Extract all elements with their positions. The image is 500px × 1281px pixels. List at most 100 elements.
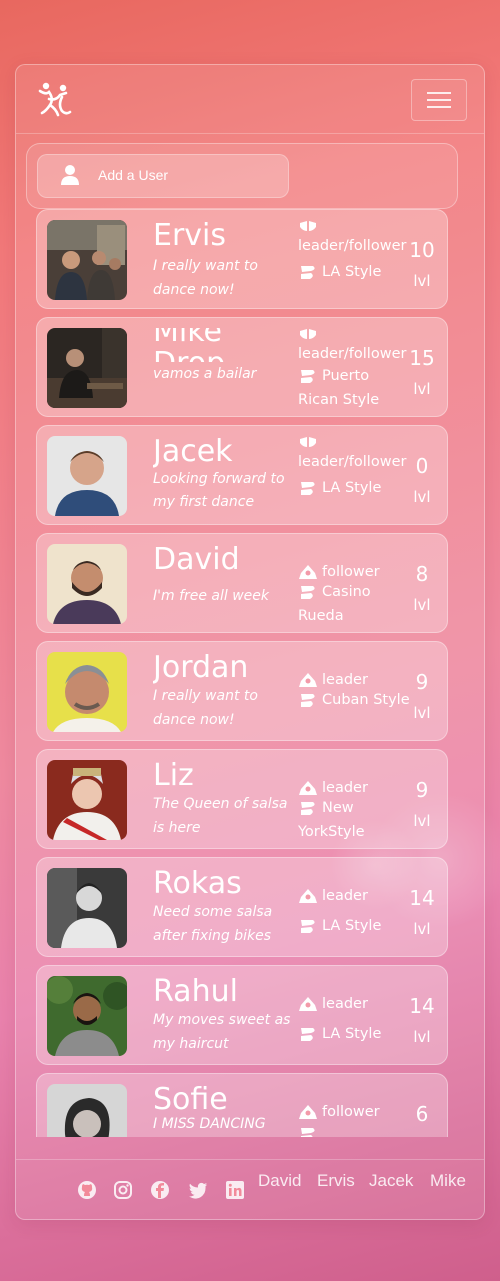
user-level: 14 lvl [407,994,437,1048]
user-quote: vamos a bailar [153,366,257,382]
role-row: leader [298,994,410,1014]
user-quote: My moves sweet as my haircut [153,1012,291,1052]
user-style: LA Style [322,480,382,496]
user-info: Rahul My moves sweet as my haircut [153,976,293,1056]
facebook-icon[interactable] [150,1180,170,1200]
user-meta: leader/follower LA Style [298,216,410,306]
style-row: LA Style [298,262,410,282]
user-card[interactable]: Sofie I MISS DANCING follower 6 lvl [36,1073,448,1137]
user-info: Jacek Looking forward to my first dance [153,436,293,516]
user-card[interactable]: Rahul My moves sweet as my haircut leade… [36,965,448,1065]
user-card[interactable]: Mike Drop vamos a bailar leader/follower… [36,317,448,417]
user-name: Liz [153,760,194,793]
footer-link-jacek[interactable]: Jacek [369,1171,413,1191]
level-value: 8 [415,562,429,586]
role-row: follower [298,1102,410,1122]
user-card[interactable]: Jacek Looking forward to my first dance … [36,425,448,525]
dance-style-icon [301,802,315,815]
user-card[interactable]: Rokas Need some salsa after fixing bikes… [36,857,448,957]
level-unit: lvl [413,812,431,830]
add-user-label: Add a User [98,167,169,183]
dance-style-icon [301,370,315,383]
linkedin-icon[interactable] [225,1180,245,1200]
level-unit: lvl [413,920,431,938]
leader-follower-icon [300,221,316,231]
user-name: Jordan [153,652,249,685]
user-card[interactable]: David I'm free all week follower Casino … [36,533,448,633]
role-row: leader [298,778,410,798]
user-card[interactable]: Jordan I really want to dance now! leade… [36,641,448,741]
user-style: LA Style [322,918,382,934]
user-quote: I really want to dance now! [153,258,258,298]
avatar [47,652,127,732]
style-row: LA Style [298,916,410,936]
user-role: leader [322,996,368,1012]
style-row: Cuban Style [298,688,410,712]
avatar [47,436,127,516]
user-name: Jacek [153,436,233,469]
add-user-button[interactable]: Add a User [37,154,289,198]
level-unit: lvl [413,1028,431,1046]
footer-link-david[interactable]: David [258,1171,301,1191]
user-role: follower [322,1104,380,1120]
user-info: Mike Drop vamos a bailar [153,328,293,408]
user-quote: I'm free all week [153,588,270,604]
follower-icon [299,565,317,579]
user-level: 8 lvl [407,562,437,616]
style-row: New YorkStyle [298,796,410,844]
user-name: Rahul [153,976,238,1009]
footer-link-ervis[interactable]: Ervis [317,1171,355,1191]
role-row: leader [298,670,410,690]
follower-icon [299,1105,317,1119]
user-level: 6 lvl [407,1102,437,1137]
leader-icon [299,889,317,903]
user-info: David I'm free all week [153,544,293,624]
avatar [47,1084,127,1137]
level-value: 10 [409,238,435,262]
user-meta: leader/follower Puerto Rican Style [298,324,410,414]
user-meta: leader New YorkStyle [298,756,410,846]
user-name: Rokas [153,868,242,901]
level-unit: lvl [413,704,431,722]
avatar [47,328,127,408]
style-row: LA Style [298,478,410,498]
user-meta: follower [298,1080,410,1137]
user-card[interactable]: Liz The Queen of salsa is here leader Ne… [36,749,448,849]
avatar [47,868,127,948]
dance-style-icon [301,1028,315,1041]
user-role: leader/follower [298,346,407,362]
add-user-panel: Add a User [26,143,458,209]
level-value: 0 [415,454,429,478]
user-style: LA Style [322,264,382,280]
avatar [47,976,127,1056]
avatar [47,220,127,300]
level-value: 14 [409,886,435,910]
role-row [298,324,410,344]
style-row [298,1124,410,1137]
dance-style-icon [301,482,315,495]
footer-link-mike[interactable]: Mike [430,1171,466,1191]
dance-style-icon [301,920,315,933]
footer: David Ervis Jacek Mike [16,1159,484,1219]
role-row: leader [298,886,410,906]
level-value: 9 [415,778,429,802]
level-unit: lvl [413,596,431,614]
level-unit: lvl [407,1134,437,1137]
user-meta: leader LA Style [298,864,410,954]
hamburger-icon [427,92,451,94]
user-role: leader/follower [298,454,407,470]
leader-follower-icon [300,437,316,447]
user-quote: I really want to dance now! [153,688,258,728]
user-info: Jordan I really want to dance now! [153,652,293,732]
instagram-icon[interactable] [113,1180,133,1200]
github-icon[interactable] [77,1180,97,1200]
role-row: follower [298,562,410,582]
style-row: Puerto Rican Style [298,364,410,412]
hamburger-menu-button[interactable] [411,79,467,121]
twitter-icon[interactable] [188,1180,208,1200]
user-quote: I MISS DANCING [153,1116,266,1132]
user-card[interactable]: Ervis I really want to dance now! leader… [36,209,448,309]
user-quote: Need some salsa after fixing bikes [153,904,273,944]
dancing-couple-logo[interactable] [36,79,76,119]
style-row: LA Style [298,1024,410,1044]
